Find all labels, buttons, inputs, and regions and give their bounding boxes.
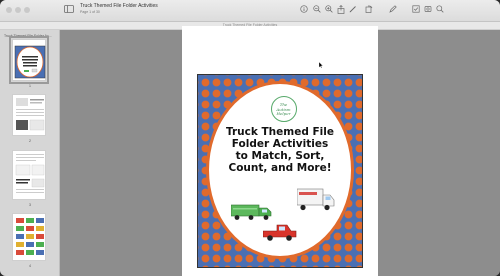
minimize-window-button[interactable] [15, 7, 21, 13]
markup-icon[interactable] [349, 5, 359, 14]
page-thumbnail-2-number: 2 [29, 139, 31, 143]
page-thumbnail-2[interactable] [12, 94, 46, 136]
form-icon[interactable] [412, 5, 422, 14]
cover-title-line-2: Folder Activities [231, 138, 329, 150]
thumbnail-4-preview [16, 218, 44, 255]
cover-art: The Autism Helper Truck Themed File Fold… [197, 74, 363, 268]
page-thumbnail-3[interactable] [12, 150, 46, 200]
sidebar-title: Truck Themed File Folder Ac... [4, 34, 52, 38]
thumbnail-3-preview [15, 154, 45, 193]
share-icon[interactable] [337, 5, 347, 14]
thumbnail-sidebar: Truck Themed File Folder Ac... 1 2 3 4 [0, 30, 60, 276]
mouse-cursor-icon [319, 62, 323, 68]
cover-title-line-1: Truck Themed File [225, 126, 334, 138]
green-truck-illustration [231, 204, 272, 220]
cover-title: Truck Themed File Folder Activities to M… [209, 126, 351, 174]
page-thumbnail-4[interactable] [12, 213, 46, 261]
annotate-icon[interactable] [389, 5, 399, 14]
autism-helper-logo: The Autism Helper [271, 96, 297, 122]
rotate-icon[interactable] [365, 5, 375, 14]
pdf-page-1: The Autism Helper Truck Themed File Fold… [182, 26, 378, 276]
highlight-icon[interactable] [424, 5, 434, 14]
red-pickup-truck-illustration [263, 224, 297, 241]
cover-title-line-4: Count, and More! [228, 162, 332, 174]
info-icon[interactable] [300, 5, 310, 14]
page-count: Page 1 of 30 [80, 10, 100, 14]
sidebar-icon[interactable] [64, 5, 74, 14]
preview-window: Truck Themed File Folder Activities Page… [0, 0, 500, 276]
page-thumbnail-3-number: 3 [29, 203, 31, 207]
zoom-in-icon[interactable] [325, 5, 335, 14]
page-thumbnail-4-number: 4 [29, 264, 31, 268]
document-viewer[interactable]: The Autism Helper Truck Themed File Fold… [60, 26, 500, 276]
white-box-truck-illustration [297, 188, 335, 211]
logo-line-2: Helper [276, 111, 291, 116]
zoom-out-icon[interactable] [313, 5, 323, 14]
zoom-window-button[interactable] [24, 7, 30, 13]
close-window-button[interactable] [6, 7, 12, 13]
thumbnail-1-preview [14, 45, 46, 79]
page-thumbnail-1-number: 1 [29, 84, 31, 88]
thumbnail-2-preview [16, 98, 45, 131]
document-title: Truck Themed File Folder Activities [80, 3, 158, 9]
search-icon[interactable] [436, 5, 446, 14]
page-thumbnail-1[interactable] [9, 36, 49, 84]
cover-title-line-3: to Match, Sort, [235, 150, 325, 162]
title-bar: Truck Themed File Folder Activities Page… [0, 0, 500, 22]
cover-circle: The Autism Helper Truck Themed File Fold… [206, 81, 354, 259]
